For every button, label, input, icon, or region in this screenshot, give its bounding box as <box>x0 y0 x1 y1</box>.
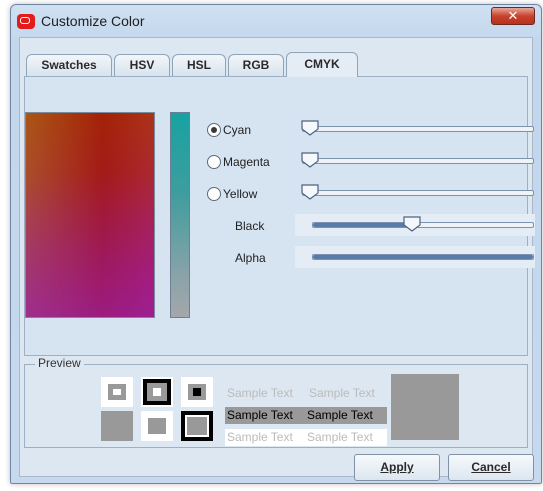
preview-swatch-inner <box>185 415 209 437</box>
cancel-button[interactable]: Cancel <box>448 454 534 481</box>
customize-color-dialog: Customize Color ✕ Swatches HSV HSL RGB C… <box>10 4 542 484</box>
magenta-row: Magenta <box>207 152 534 174</box>
magenta-radio[interactable] <box>207 155 221 169</box>
cyan-radio[interactable] <box>207 123 221 137</box>
cyan-label: Cyan <box>223 123 252 137</box>
tab-hsl[interactable]: HSL <box>172 54 226 76</box>
preview-swatch-white-border <box>141 377 173 407</box>
tab-swatches[interactable]: Swatches <box>26 54 112 76</box>
preview-swatch-inner <box>143 379 171 405</box>
preview-swatch-gray-on-black <box>181 411 213 441</box>
color-strip-slider[interactable] <box>170 112 190 318</box>
color-spectrum-area[interactable] <box>25 112 155 318</box>
slider-thumb-icon[interactable] <box>301 119 319 137</box>
sample-text-1: Sample Text <box>227 386 293 400</box>
preview-swatch-white-small <box>101 377 133 407</box>
tab-hsv[interactable]: HSV <box>114 54 170 76</box>
dialog-title: Customize Color <box>41 13 145 29</box>
preview-swatch-inner <box>188 384 206 400</box>
alpha-slider-fill <box>313 255 533 259</box>
alpha-row: Alpha <box>207 246 535 270</box>
slider-thumb-icon[interactable] <box>301 151 319 169</box>
black-row: Black <box>207 214 535 238</box>
cyan-row: Cyan <box>207 120 534 142</box>
sample-text-5: Sample Text <box>225 429 305 446</box>
close-button[interactable]: ✕ <box>491 7 535 25</box>
preview-swatch-gray-on-white <box>141 411 173 441</box>
black-slider[interactable] <box>312 216 534 232</box>
preview-swatch-inner <box>148 418 166 434</box>
preview-swatch-gray <box>101 411 133 441</box>
magenta-label: Magenta <box>223 155 270 169</box>
tab-rgb[interactable]: RGB <box>228 54 284 76</box>
black-slider-fill <box>313 223 412 227</box>
preview-swatch-core <box>193 388 201 396</box>
alpha-slider[interactable] <box>312 254 534 260</box>
dialog-body: Swatches HSV HSL RGB CMYK Cyan Magenta Y… <box>19 37 535 481</box>
preview-label: Preview <box>35 356 84 370</box>
yellow-label: Yellow <box>223 187 258 201</box>
apply-button[interactable]: Apply <box>354 454 440 481</box>
magenta-slider[interactable] <box>301 152 534 168</box>
sample-text-3: Sample Text <box>225 407 305 424</box>
preview-swatch-core <box>153 388 161 396</box>
alpha-label: Alpha <box>235 251 266 265</box>
sample-text-6: Sample Text <box>305 429 387 446</box>
yellow-radio[interactable] <box>207 187 221 201</box>
tab-cmyk[interactable]: CMYK <box>286 52 358 77</box>
black-label: Black <box>235 219 265 233</box>
sample-text-4: Sample Text <box>305 407 387 424</box>
preview-swatch-core <box>113 389 121 395</box>
preview-swatch-inner <box>108 384 126 400</box>
preview-swatch-white-dot <box>181 377 213 407</box>
sample-text-2: Sample Text <box>309 386 375 400</box>
slider-thumb-icon[interactable] <box>403 215 421 233</box>
cyan-slider[interactable] <box>301 120 534 136</box>
preview-group: Preview Sample Text Sample Text Sample T… <box>24 356 528 448</box>
cmyk-panel: Cyan Magenta Yellow Black Alpha <box>24 76 535 356</box>
yellow-slider[interactable] <box>301 184 534 200</box>
preview-color-box <box>391 374 459 440</box>
oracle-icon <box>17 14 35 29</box>
yellow-row: Yellow <box>207 184 534 206</box>
slider-thumb-icon[interactable] <box>301 183 319 201</box>
